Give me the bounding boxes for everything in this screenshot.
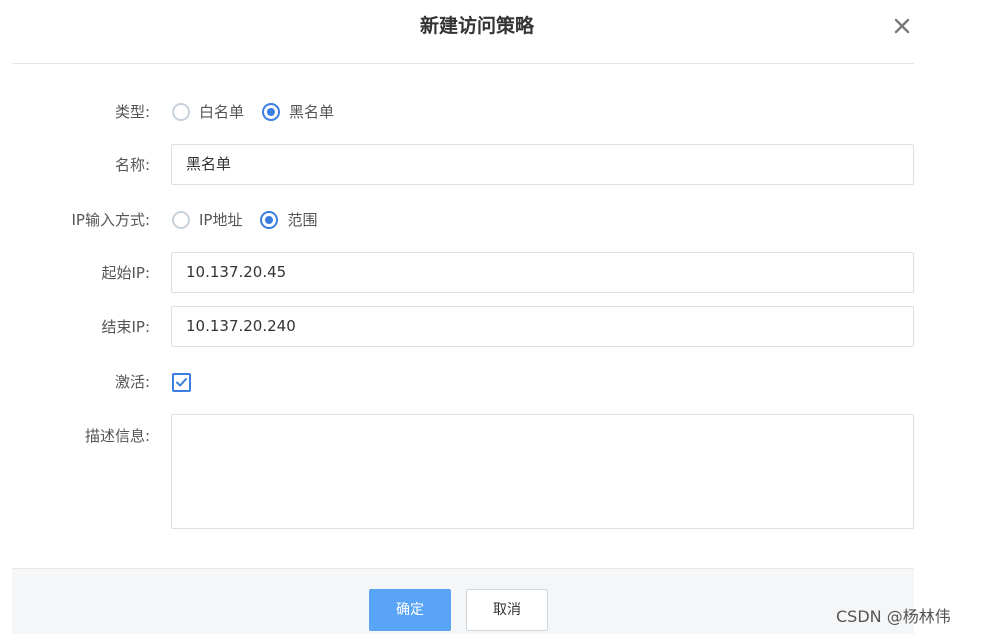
dialog-footer: 确定 取消 [12,568,914,634]
radio-whitelist[interactable] [172,103,190,121]
type-label: 类型: [114,103,150,121]
watermark-text: CSDN @杨林伟 [836,607,951,626]
dialog-title: 新建访问策略 [419,15,534,37]
type-radio-group: 白名单 黑名单 [172,102,352,122]
description-textarea[interactable] [171,414,914,529]
dialog-header: 新建访问策略 [12,0,914,64]
radio-range-label: 范围 [287,211,318,229]
radio-blacklist[interactable] [262,103,281,121]
radio-whitelist-label: 白名单 [199,103,245,121]
start-ip-field[interactable]: 10.137.20.45 [171,252,914,293]
name-field[interactable]: 黑名单 [171,144,914,185]
radio-ip-address-label: IP地址 [199,211,243,229]
radio-range[interactable] [260,211,279,229]
active-label: 激活: [114,373,150,391]
check-icon [176,378,187,387]
confirm-button[interactable]: 确定 [369,589,451,631]
radio-option-ip-address[interactable]: IP地址 [172,210,242,230]
radio-option-blacklist[interactable]: 黑名单 [262,102,334,122]
close-icon[interactable] [890,14,914,38]
radio-option-range[interactable]: 范围 [260,210,318,230]
start-ip-label: 起始IP: [101,264,150,282]
active-checkbox[interactable] [172,373,191,392]
end-ip-label: 结束IP: [101,318,150,336]
new-access-policy-dialog: 新建访问策略 类型: 白名单 黑名单 名称: 黑名单 IP输入方式: IP地址 … [12,0,914,634]
cancel-button[interactable]: 取消 [466,589,548,631]
radio-ip-address[interactable] [172,211,190,229]
radio-blacklist-label: 黑名单 [289,103,335,121]
ip-mode-radio-group: IP地址 范围 [172,210,336,230]
name-label: 名称: [114,156,150,174]
radio-option-whitelist[interactable]: 白名单 [172,102,244,122]
description-label: 描述信息: [84,427,150,445]
end-ip-field[interactable]: 10.137.20.240 [171,306,914,347]
ip-mode-label: IP输入方式: [71,211,150,229]
